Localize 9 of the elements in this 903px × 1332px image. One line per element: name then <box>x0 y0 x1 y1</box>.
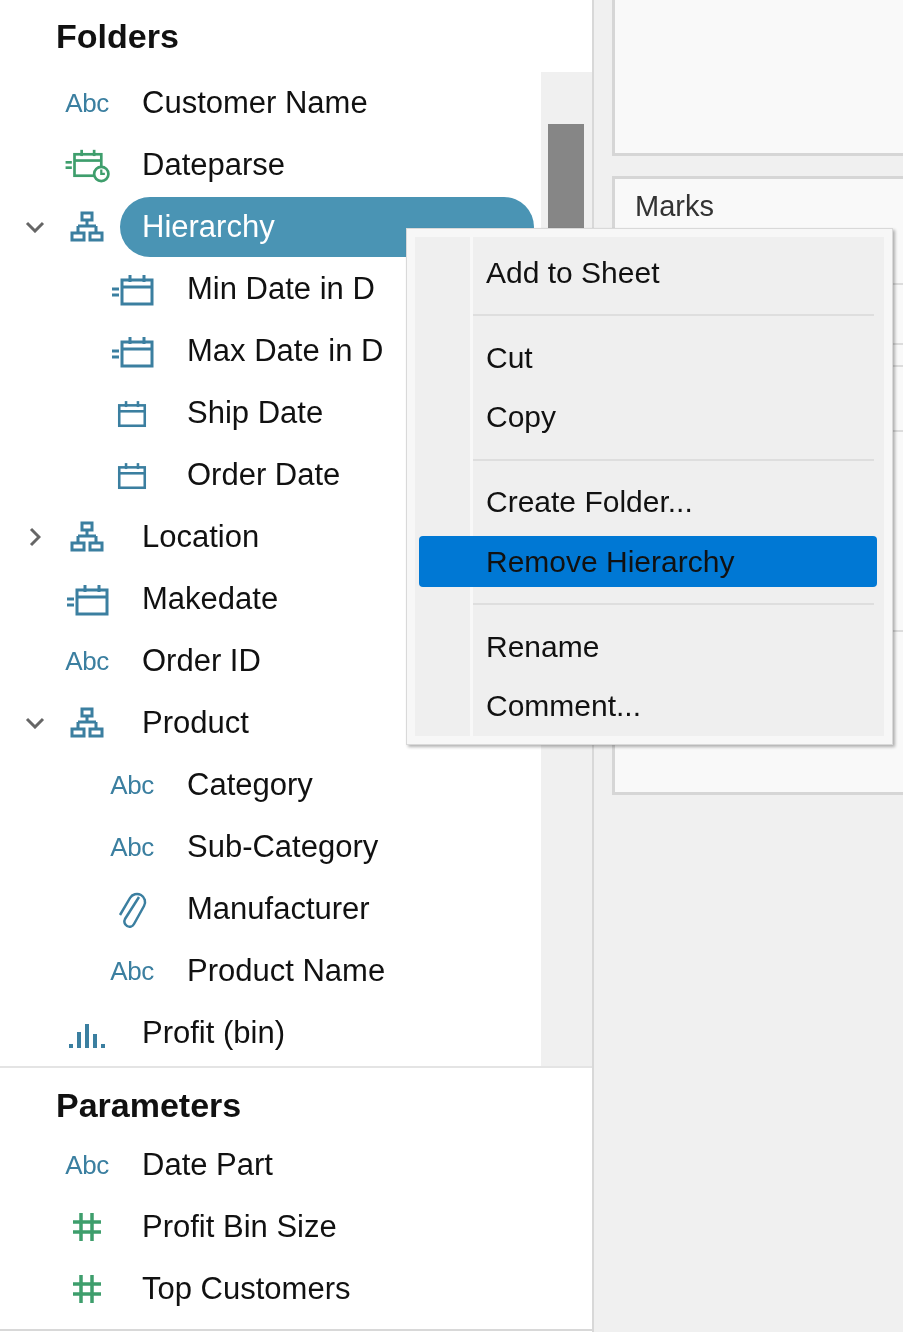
string-type-icon: Abc <box>65 645 109 677</box>
section-title: Folders <box>56 16 179 56</box>
string-type-icon: Abc <box>110 769 154 801</box>
card-title: Marks <box>635 189 715 223</box>
section-title: Parameters <box>56 1085 242 1125</box>
string-type-icon: Abc <box>110 831 154 863</box>
string-type-icon: Abc <box>110 955 154 987</box>
string-type-icon: Abc <box>65 87 109 119</box>
string-type-icon: Abc <box>65 1149 109 1181</box>
